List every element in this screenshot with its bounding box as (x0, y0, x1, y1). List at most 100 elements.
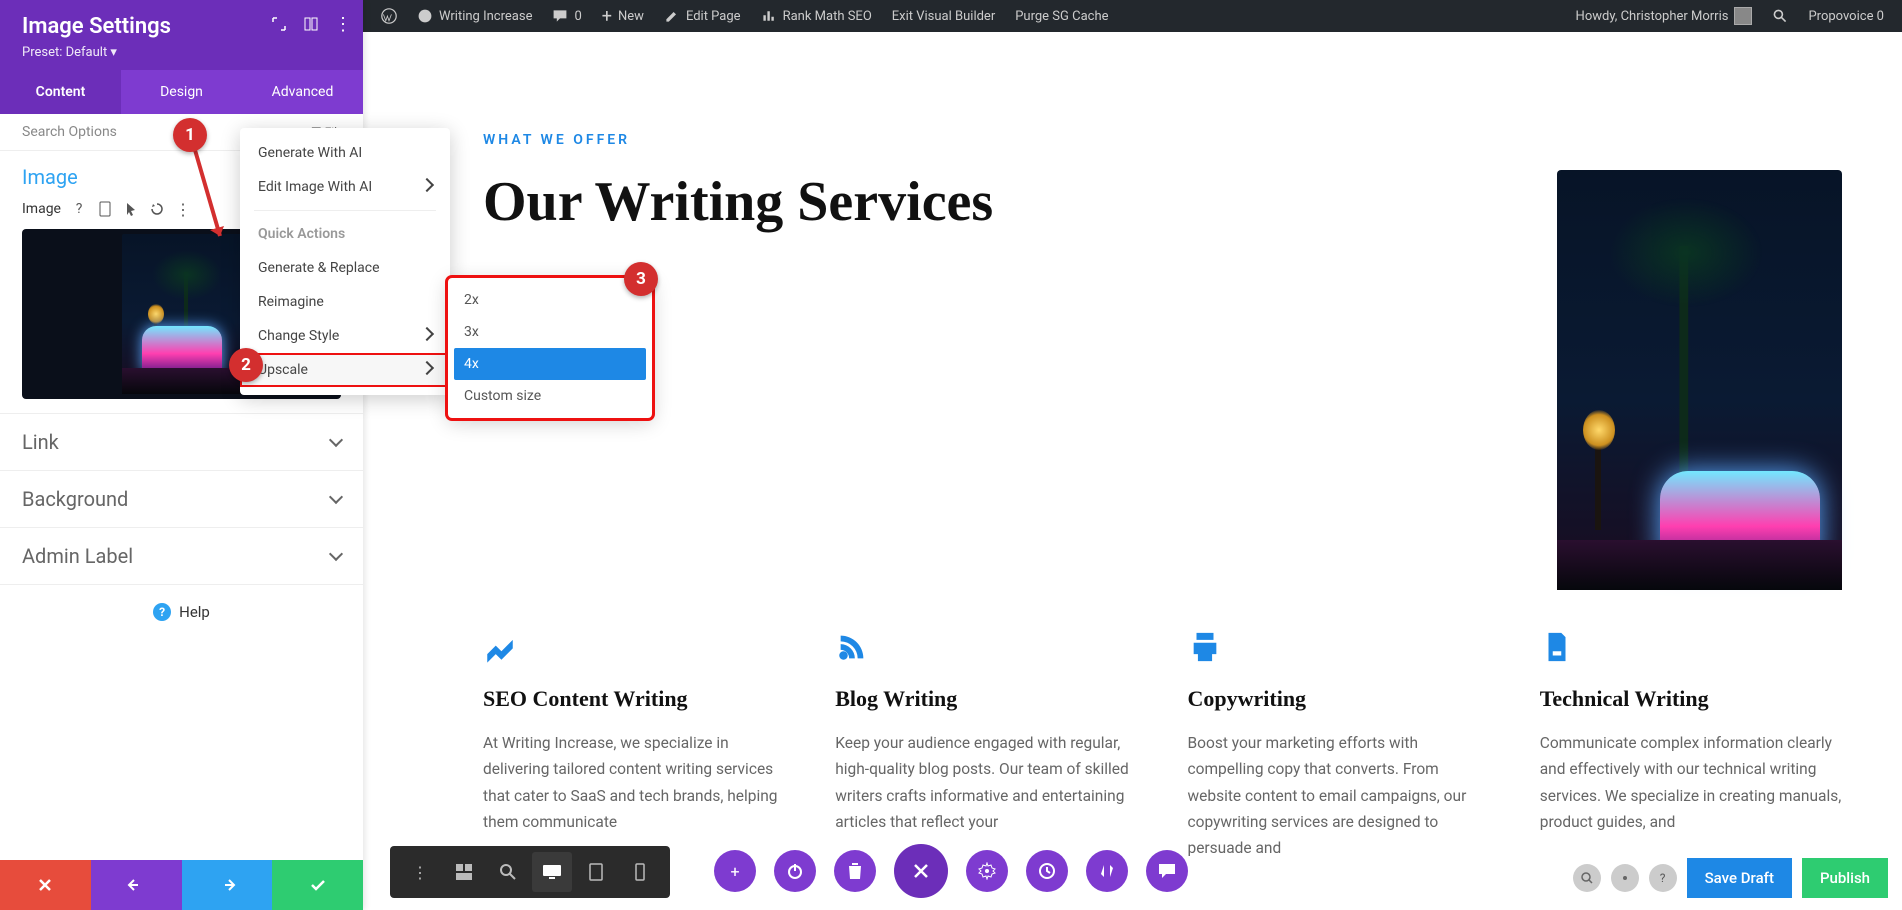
service-tech: Technical Writing Communicate complex in… (1540, 630, 1842, 862)
search-label: Search Options (22, 124, 117, 140)
tab-advanced[interactable]: Advanced (242, 70, 363, 114)
wp-admin-bar: Writing Increase 0 +New Edit Page Rank M… (363, 0, 1902, 32)
cursor-icon[interactable] (123, 201, 139, 217)
chevron-right-icon (420, 361, 434, 375)
field-label: Image (22, 201, 61, 217)
service-body: Communicate complex information clearly … (1540, 730, 1842, 835)
eyebrow-text: WHAT WE OFFER (483, 132, 1842, 148)
menu-quick-header: Quick Actions (240, 217, 450, 251)
service-title: Technical Writing (1540, 686, 1842, 712)
upscale-4x[interactable]: 4x (454, 348, 646, 380)
document-icon (1540, 630, 1574, 664)
callout-2: 2 (229, 348, 263, 382)
upscale-2x[interactable]: 2x (454, 284, 646, 316)
upscale-custom[interactable]: Custom size (454, 380, 646, 412)
save-button[interactable] (272, 860, 363, 910)
search-icon[interactable] (1762, 0, 1798, 32)
chevron-down-icon (329, 490, 343, 504)
printer-icon (1188, 630, 1222, 664)
help-icon[interactable]: ? (71, 201, 87, 217)
pencil-ruler-icon (483, 630, 517, 664)
expand-icon[interactable] (269, 14, 289, 34)
service-body: Keep your audience engaged with regular,… (835, 730, 1137, 835)
undo-button[interactable] (91, 860, 182, 910)
callout-arrow (190, 148, 230, 248)
services-grid: SEO Content Writing At Writing Increase,… (483, 630, 1842, 862)
site-name[interactable]: Writing Increase (407, 0, 542, 32)
purge-cache-link[interactable]: Purge SG Cache (1005, 0, 1118, 32)
service-body: At Writing Increase, we specialize in de… (483, 730, 785, 835)
columns-icon[interactable] (301, 14, 321, 34)
zoom-icon[interactable] (488, 852, 528, 892)
toolbar-more-icon[interactable]: ⋮ (400, 852, 440, 892)
accordion: Link Background Admin Label (0, 413, 363, 585)
tab-design[interactable]: Design (121, 70, 242, 114)
trash-orb[interactable] (834, 850, 876, 892)
help-link[interactable]: ?Help (0, 585, 363, 639)
page-canvas: WHAT WE OFFER Our Writing Services SEO C… (363, 32, 1902, 910)
chevron-right-icon (420, 178, 434, 192)
responsive-toolbar: ⋮ (390, 846, 670, 898)
acc-background[interactable]: Background (0, 471, 363, 528)
howdy-user[interactable]: Howdy, Christopher Morris (1566, 0, 1763, 32)
mobile-icon[interactable] (97, 201, 113, 217)
desktop-icon[interactable] (532, 852, 572, 892)
panel-header: Image Settings Preset: Default ▾ ⋮ (0, 0, 363, 70)
acc-admin-label[interactable]: Admin Label (0, 528, 363, 585)
reset-icon[interactable] (149, 201, 165, 217)
service-copy: Copywriting Boost your marketing efforts… (1188, 630, 1490, 862)
menu-edit-ai[interactable]: Edit Image With AI (240, 170, 450, 204)
ai-context-menu: Generate With AI Edit Image With AI Quic… (240, 128, 450, 395)
add-orb[interactable]: + (714, 850, 756, 892)
hero-image[interactable] (1557, 170, 1842, 590)
menu-generate-ai[interactable]: Generate With AI (240, 136, 450, 170)
publish-bar: ? Save Draft Publish (1573, 858, 1888, 898)
menu-change-style[interactable]: Change Style (240, 319, 450, 353)
chip-gear-icon[interactable] (1611, 864, 1639, 892)
callout-3: 3 (624, 262, 658, 296)
image-thumbnail (122, 234, 242, 394)
panel-preset[interactable]: Preset: Default ▾ (22, 45, 341, 60)
power-orb[interactable] (774, 850, 816, 892)
upscale-3x[interactable]: 3x (454, 316, 646, 348)
menu-reimagine[interactable]: Reimagine (240, 285, 450, 319)
service-title: Copywriting (1188, 686, 1490, 712)
tablet-icon[interactable] (576, 852, 616, 892)
service-body: Boost your marketing efforts with compel… (1188, 730, 1490, 862)
publish-button[interactable]: Publish (1802, 858, 1888, 898)
service-title: Blog Writing (835, 686, 1137, 712)
acc-link[interactable]: Link (0, 414, 363, 471)
redo-button[interactable] (182, 860, 273, 910)
history-orb[interactable] (1026, 850, 1068, 892)
help-badge-icon: ? (153, 603, 171, 621)
rankmath-link[interactable]: Rank Math SEO (751, 0, 882, 32)
exit-builder-link[interactable]: Exit Visual Builder (882, 0, 1005, 32)
chip-help-icon[interactable]: ? (1649, 864, 1677, 892)
service-seo: SEO Content Writing At Writing Increase,… (483, 630, 785, 862)
menu-gen-replace[interactable]: Generate & Replace (240, 251, 450, 285)
propovoice-link[interactable]: Propovoice 0 (1798, 0, 1894, 32)
page-title: Our Writing Services (483, 170, 993, 234)
menu-upscale[interactable]: Upscale (240, 353, 450, 387)
edit-page-link[interactable]: Edit Page (654, 0, 751, 32)
chip-search-icon[interactable] (1573, 864, 1601, 892)
panel-footer (0, 860, 363, 910)
phone-icon[interactable] (620, 852, 660, 892)
tab-content[interactable]: Content (0, 70, 121, 114)
sort-orb[interactable] (1086, 850, 1128, 892)
chevron-down-icon (329, 547, 343, 561)
service-title: SEO Content Writing (483, 686, 785, 712)
avatar (1734, 7, 1752, 25)
comments-link[interactable]: 0 (542, 0, 591, 32)
chat-orb[interactable] (1146, 850, 1188, 892)
close-button[interactable] (0, 860, 91, 910)
field-more-icon[interactable]: ⋮ (175, 201, 191, 217)
save-draft-button[interactable]: Save Draft (1687, 858, 1792, 898)
blog-icon (835, 630, 869, 664)
close-orb[interactable] (894, 844, 948, 898)
settings-orb[interactable] (966, 850, 1008, 892)
more-icon[interactable]: ⋮ (333, 14, 353, 34)
wireframe-icon[interactable] (444, 852, 484, 892)
new-link[interactable]: +New (592, 0, 654, 32)
wp-logo[interactable] (371, 0, 407, 32)
